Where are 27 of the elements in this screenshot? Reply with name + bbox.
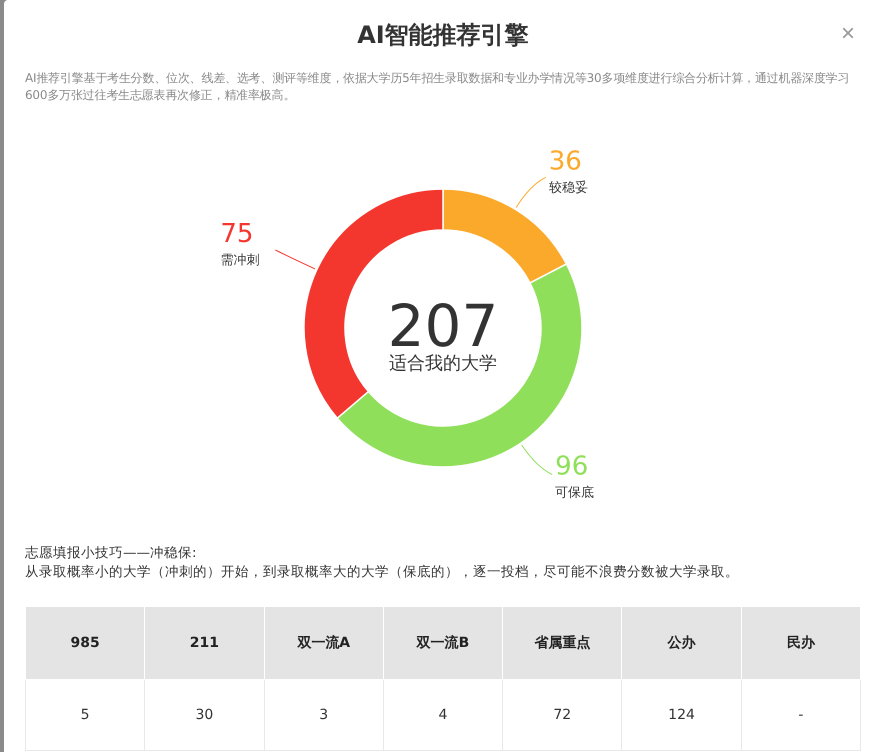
- column-header: 双一流A: [264, 606, 384, 680]
- dialog-title: AI智能推荐引擎: [357, 20, 529, 51]
- column-header: 211: [144, 606, 264, 680]
- description-text: AI推荐引擎基于考生分数、位次、线差、选考、测评等维度，依据大学历5年招生录取数据和专业办学情况等30多项维度进行综合分析计算，通过机器深度学习600多万张过往考生志愿表再次修正，精准率极高。: [25, 70, 850, 104]
- column-header: 省属重点: [502, 606, 622, 680]
- slice-value: 36: [548, 146, 582, 176]
- table-cell: 3: [264, 680, 384, 750]
- slice-label: 需冲刺: [220, 253, 260, 268]
- column-header: 双一流B: [383, 606, 503, 680]
- table-cell: 124: [622, 680, 742, 750]
- table-cell: 5: [26, 680, 145, 750]
- table-cell: 4: [383, 680, 503, 750]
- table-cell: -: [741, 680, 860, 750]
- table-cell: 72: [502, 680, 622, 750]
- tip-text: 从录取概率小的大学（冲刺的）开始，到录取概率大的大学（保底的），逐一投档，尽可能不浪费分数被大学录取。: [25, 563, 740, 582]
- slice-label: 较稳妥: [548, 180, 588, 196]
- slice-label: 可保底: [555, 486, 594, 501]
- leader-line: [521, 444, 553, 476]
- leader-line: [274, 250, 316, 270]
- table-cell: 30: [144, 680, 264, 750]
- slice-value: 75: [220, 219, 254, 249]
- slice-value: 96: [555, 452, 588, 482]
- column-header: 985: [26, 606, 145, 680]
- tip-text: 志愿填报小技巧——冲稳保:: [25, 544, 198, 563]
- column-header: 公办: [622, 606, 742, 680]
- column-header: 民办: [741, 606, 860, 680]
- leader-line: [516, 176, 546, 208]
